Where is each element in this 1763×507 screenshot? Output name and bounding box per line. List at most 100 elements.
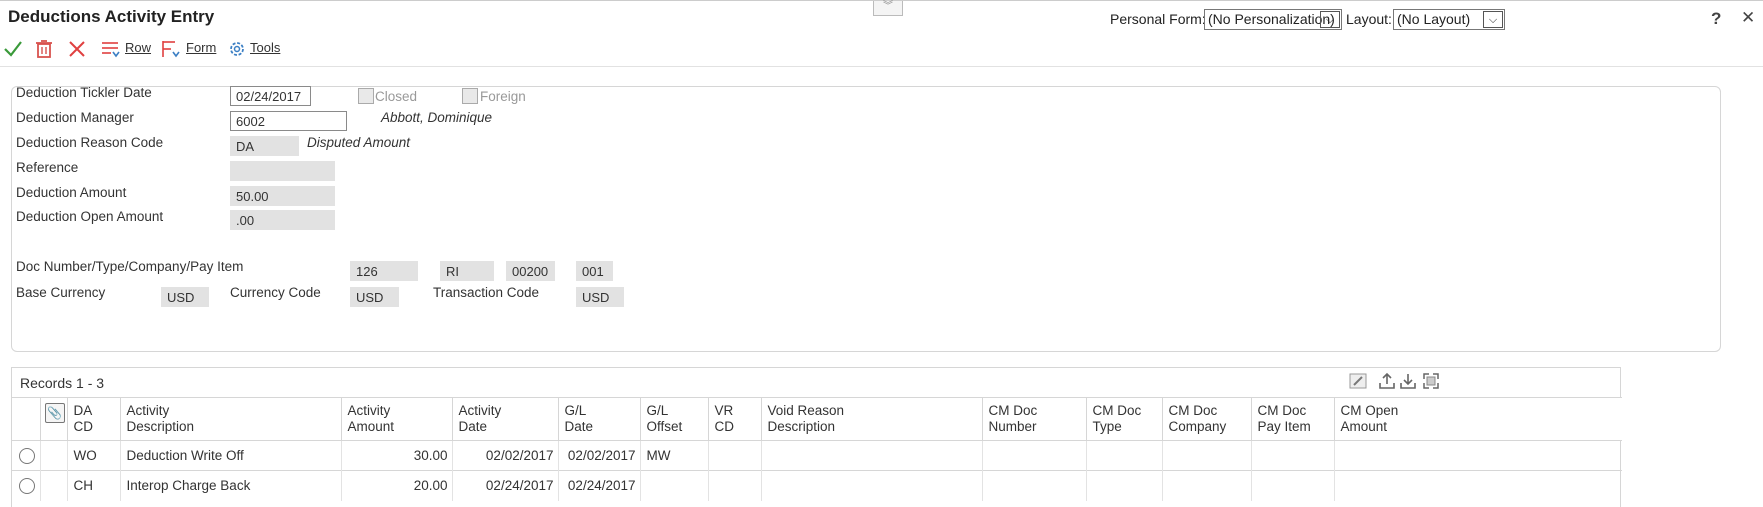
activity-grid: Records 1 - 3 📎 DA CD Activity Description: [11, 367, 1622, 507]
row-select-radio[interactable]: [19, 477, 35, 494]
activity-description-cell[interactable]: Interop Charge Back: [119, 470, 341, 501]
gear-icon[interactable]: [226, 38, 248, 60]
amount-field: 50.00: [230, 186, 335, 206]
transaction-code-field: USD: [576, 287, 624, 307]
deduction-header-panel: Deduction Tickler Date Closed Foreign De…: [11, 85, 1721, 352]
gl-offset-cell[interactable]: [639, 470, 708, 501]
doc-type-field: RI: [440, 261, 494, 281]
base-currency-label: Base Currency: [16, 285, 106, 300]
cm-doc-type-cell[interactable]: [1085, 470, 1162, 501]
cm-doc-number-cell[interactable]: [981, 440, 1086, 471]
cm-open-amount-cell[interactable]: [1333, 470, 1622, 501]
vr-cd-cell[interactable]: [707, 470, 761, 501]
reference-field: [230, 161, 335, 181]
transaction-code-label: Transaction Code: [433, 285, 540, 300]
void-reason-description-header[interactable]: Void Reason Description: [760, 397, 982, 441]
manager-label: Deduction Manager: [16, 110, 134, 125]
doc-pay-item-field: 001: [576, 261, 613, 281]
personal-form-label: Personal Form:: [1110, 11, 1206, 27]
cm-doc-company-cell[interactable]: [1161, 470, 1251, 501]
amount-label: Deduction Amount: [16, 185, 127, 200]
da-cd-header[interactable]: DA CD: [66, 397, 120, 441]
cm-doc-pay-item-header[interactable]: CM Doc Pay Item: [1250, 397, 1334, 441]
layout-label: Layout:: [1346, 11, 1392, 27]
cm-doc-type-cell[interactable]: [1085, 440, 1162, 471]
activity-date-cell[interactable]: 02/24/2017: [451, 470, 558, 501]
cm-open-amount-cell[interactable]: [1333, 440, 1622, 471]
chevron-down-icon[interactable]: ⌵: [1320, 11, 1340, 28]
foreign-checkbox[interactable]: [462, 88, 478, 104]
activity-amount-header[interactable]: Activity Amount: [340, 397, 452, 441]
vr-cd-header[interactable]: VR CD: [707, 397, 761, 441]
doc-company-field: 00200: [506, 261, 555, 281]
activity-date-cell[interactable]: 02/02/2017: [451, 440, 558, 471]
close-icon[interactable]: ✕: [1741, 8, 1755, 28]
reference-label: Reference: [16, 160, 79, 175]
download-icon[interactable]: [1398, 371, 1418, 391]
manager-name: Abbott, Dominique: [381, 110, 493, 125]
delete-trash-icon[interactable]: [33, 38, 55, 60]
cm-doc-company-header[interactable]: CM Doc Company: [1161, 397, 1251, 441]
gl-date-cell[interactable]: 02/24/2017: [557, 470, 640, 501]
base-currency-field: USD: [161, 287, 209, 307]
activity-amount-cell[interactable]: 30.00: [340, 440, 452, 471]
ok-checkmark-icon[interactable]: [2, 38, 24, 60]
cm-doc-type-header[interactable]: CM Doc Type: [1085, 397, 1162, 441]
cm-doc-pay-item-cell[interactable]: [1250, 470, 1334, 501]
header-divider: [0, 66, 1763, 67]
gl-date-header[interactable]: G/L Date: [557, 397, 640, 441]
foreign-label: Foreign: [480, 89, 526, 104]
activity-amount-cell[interactable]: 20.00: [340, 470, 452, 501]
currency-code-field: USD: [350, 287, 399, 307]
cm-open-amount-header[interactable]: CM Open Amount: [1333, 397, 1622, 441]
da-cd-cell[interactable]: CH: [66, 470, 120, 501]
collapse-header-button[interactable]: ︾: [873, 1, 903, 16]
row-menu-icon[interactable]: [100, 38, 122, 60]
form-menu-icon[interactable]: [160, 38, 182, 60]
chevron-down-icon[interactable]: ⌵: [1483, 11, 1503, 28]
row-menu-label: Row: [125, 40, 152, 55]
tools-menu-button[interactable]: Tools: [250, 40, 280, 55]
upload-icon[interactable]: [1377, 371, 1397, 391]
tools-menu-label: Tools: [250, 40, 281, 55]
manager-input[interactable]: [230, 111, 347, 131]
cm-doc-number-header[interactable]: CM Doc Number: [981, 397, 1086, 441]
form-menu-button[interactable]: Form: [186, 40, 216, 55]
select-column-header: [12, 397, 40, 441]
gl-offset-header[interactable]: G/L Offset: [639, 397, 708, 441]
cm-doc-pay-item-cell[interactable]: [1250, 440, 1334, 471]
closed-label: Closed: [375, 89, 418, 104]
cm-doc-number-cell[interactable]: [981, 470, 1086, 501]
layout-select[interactable]: (No Layout) ⌵: [1393, 9, 1505, 30]
personal-form-select[interactable]: (No Personalization) ⌵: [1204, 9, 1342, 30]
table-row[interactable]: WO Deduction Write Off 30.00 02/02/2017 …: [12, 440, 1622, 471]
tickler-date-input[interactable]: [230, 86, 311, 106]
da-cd-cell[interactable]: WO: [66, 440, 120, 471]
table-row[interactable]: CH Interop Charge Back 20.00 02/24/2017 …: [12, 470, 1622, 501]
reason-code-field: DA: [230, 136, 299, 156]
open-amount-label: Deduction Open Amount: [16, 209, 164, 224]
row-select-radio[interactable]: [19, 447, 35, 464]
edit-grid-icon[interactable]: [1348, 371, 1368, 391]
paperclip-icon[interactable]: 📎: [44, 403, 65, 423]
void-reason-description-cell[interactable]: [760, 440, 982, 471]
activity-description-cell[interactable]: Deduction Write Off: [119, 440, 341, 471]
help-icon[interactable]: ?: [1711, 9, 1721, 29]
activity-date-header[interactable]: Activity Date: [451, 397, 558, 441]
activity-description-header[interactable]: Activity Description: [119, 397, 341, 441]
closed-checkbox[interactable]: [358, 88, 374, 104]
doc-number-label: Doc Number/Type/Company/Pay Item: [16, 259, 244, 274]
form-menu-label: Form: [186, 40, 217, 55]
row-menu-button[interactable]: Row: [125, 40, 151, 55]
attachment-cell: [39, 470, 67, 501]
vr-cd-cell[interactable]: [707, 440, 761, 471]
cm-doc-company-cell[interactable]: [1161, 440, 1251, 471]
gl-date-cell[interactable]: 02/02/2017: [557, 440, 640, 471]
gl-offset-cell[interactable]: MW: [639, 440, 708, 471]
void-reason-description-cell[interactable]: [760, 470, 982, 501]
attachment-cell: [39, 440, 67, 471]
doc-number-field: 126: [350, 261, 418, 281]
cancel-x-icon[interactable]: [66, 38, 88, 60]
expand-grid-icon[interactable]: [1421, 371, 1441, 391]
page-title: Deductions Activity Entry: [8, 7, 215, 26]
